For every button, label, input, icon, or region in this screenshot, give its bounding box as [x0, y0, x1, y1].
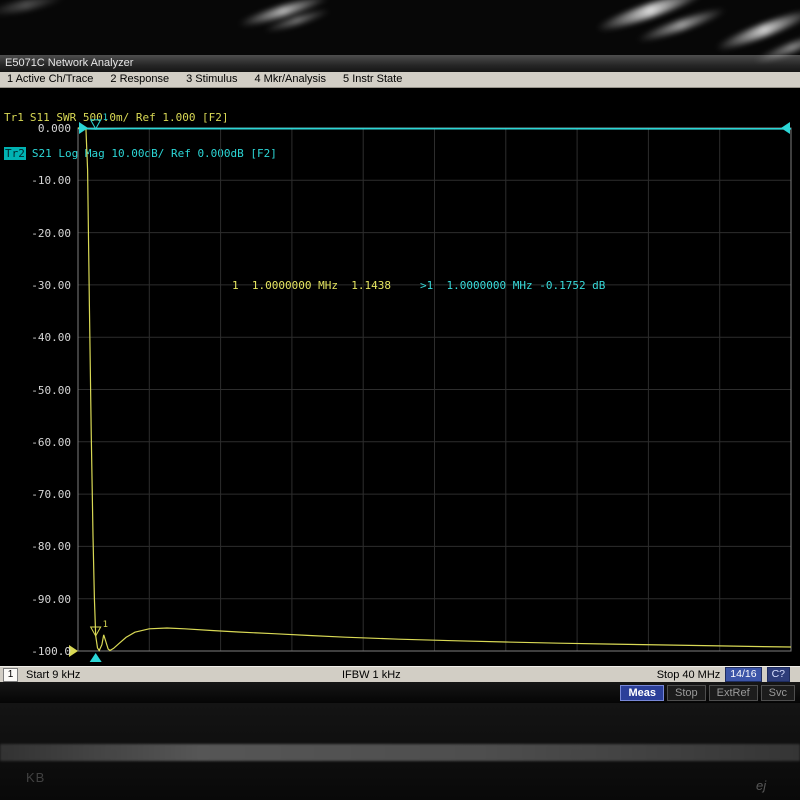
stop-frequency: Stop 40 MHz [657, 669, 721, 681]
softkey-extref[interactable]: ExtRef [709, 685, 758, 701]
trace2-info[interactable]: Tr2 S21 Log Mag 10.00dB/ Ref 0.000dB [F2] [4, 148, 277, 160]
menu-item-instr-state[interactable]: 5 Instr State [343, 72, 402, 87]
softkey-stop[interactable]: Stop [667, 685, 706, 701]
start-frequency: Start 9 kHz [26, 669, 80, 681]
y-axis-label: -50.00 [0, 384, 71, 397]
marker-stimulus-indicator [90, 653, 102, 662]
bezel-reflection [0, 744, 800, 761]
menu-item-active-ch-trace[interactable]: 1 Active Ch/Trace [7, 72, 93, 87]
channel-indicator: 1 [3, 668, 18, 682]
trace2-params: S21 Log Mag 10.00dB/ Ref 0.000dB [F2] [32, 147, 277, 160]
window-titlebar: E5071C Network Analyzer [0, 55, 800, 72]
photo-background: E5071C Network Analyzer 1 Active Ch/Trac… [0, 0, 800, 800]
window-title: E5071C Network Analyzer [5, 57, 133, 69]
trace-info: Tr1S11 SWR 500.0m/ Ref 1.000 [F2] Tr2S21… [4, 88, 277, 184]
status-right-group: Stop 40 MHz 14/16 C? [657, 667, 790, 682]
page-indicator: 14/16 [725, 667, 761, 682]
y-axis-label: 0.000 [0, 122, 71, 135]
softkey-bar: Meas Stop ExtRef Svc [0, 682, 800, 703]
trace2-ref-indicator-right [781, 122, 790, 134]
marker1-trace2-readout: >1 1.0000000 MHz -0.1752 dB [420, 279, 605, 292]
softkey-meas[interactable]: Meas [620, 685, 664, 701]
marker1-trace1-readout: 1 1.0000000 MHz 1.1438 [232, 279, 391, 292]
glare-streak [635, 5, 728, 45]
photo-text-right: ej [756, 778, 766, 793]
y-axis-label: -70.00 [0, 488, 71, 501]
menu-item-mkr-analysis[interactable]: 4 Mkr/Analysis [254, 72, 326, 87]
y-axis-label: -90.00 [0, 593, 71, 606]
y-axis-label: -100.0 [0, 645, 71, 658]
y-axis-label: -10.00 [0, 174, 71, 187]
y-axis-label: -20.00 [0, 227, 71, 240]
trace1-swr-line [78, 128, 791, 651]
y-axis-label: -40.00 [0, 331, 71, 344]
ifbw-value: IFBW 1 kHz [342, 669, 401, 681]
glare-streak [263, 7, 332, 34]
analyzer-screen: E5071C Network Analyzer 1 Active Ch/Trac… [0, 55, 800, 703]
photo-text-left: KB [26, 770, 45, 785]
glare-streak [0, 0, 66, 18]
y-axis-label: -60.00 [0, 436, 71, 449]
correction-indicator: C? [767, 667, 790, 682]
marker1-trace1-number: 1 [103, 620, 108, 630]
menu-bar: 1 Active Ch/Trace 2 Response 3 Stimulus … [0, 72, 800, 88]
plot-border [78, 128, 791, 651]
glare-streak [594, 0, 707, 35]
menu-item-stimulus[interactable]: 3 Stimulus [186, 72, 237, 87]
menu-item-response[interactable]: 2 Response [110, 72, 169, 87]
marker1-trace1-triangle [91, 627, 101, 636]
status-bar: 1 Start 9 kHz IFBW 1 kHz Stop 40 MHz 14/… [0, 666, 800, 682]
glare-streak [237, 0, 331, 30]
trace2-label: Tr2 [4, 147, 26, 160]
glare-streak [713, 6, 800, 55]
y-axis-label: -80.00 [0, 540, 71, 553]
y-axis-label: -30.00 [0, 279, 71, 292]
softkey-svc[interactable]: Svc [761, 685, 795, 701]
